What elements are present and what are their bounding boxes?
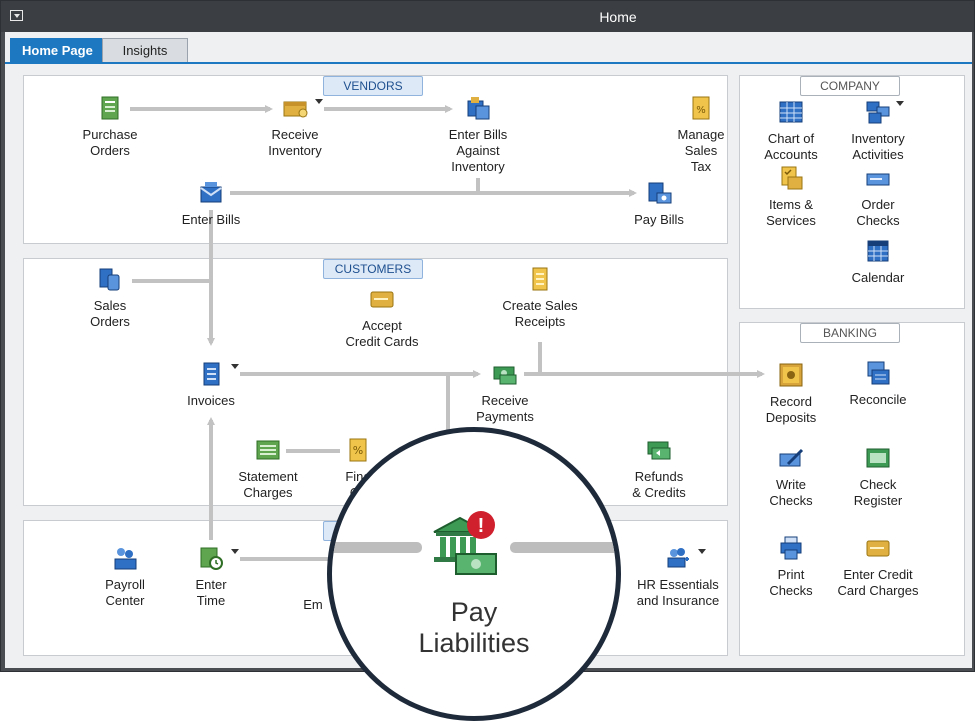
chart-of-accounts-icon (779, 101, 803, 123)
svg-text:%: % (353, 444, 363, 457)
invoices-dropdown[interactable] (231, 364, 239, 369)
check-register-label: Check Register (853, 477, 903, 508)
enter-bills-icon (200, 182, 222, 203)
title-bar: Home (1, 1, 974, 32)
purchase-orders-label: Purchase Orders (82, 127, 138, 158)
pay-bills-button[interactable]: Pay Bills (604, 180, 714, 228)
receive-payments-icon (493, 366, 517, 385)
sales-orders-button[interactable]: Sales Orders (55, 266, 165, 330)
banking-heading: BANKING (800, 323, 900, 343)
pay-bills-icon (648, 182, 672, 204)
receive-payments-label: Receive Payments (476, 393, 534, 424)
inventory-activities-label: Inventory Activities (851, 131, 905, 162)
refunds-credits-icon (647, 441, 671, 460)
sales-orders-icon (99, 268, 120, 291)
order-checks-label: Order Checks (856, 197, 900, 228)
receive-inventory-dropdown[interactable] (315, 99, 323, 104)
reconcile-label: Reconcile (849, 392, 907, 407)
enter-time-button[interactable]: Enter Time (156, 545, 266, 609)
enter-bills-against-inventory-icon (467, 97, 490, 120)
svg-text:!: ! (478, 515, 485, 537)
order-checks-button[interactable]: Order Checks (823, 165, 933, 229)
tab-underline (5, 62, 972, 64)
enter-bills-button[interactable]: Enter Bills (156, 180, 266, 228)
enter-credit-card-charges-button[interactable]: Enter Credit Card Charges (823, 535, 933, 599)
refunds-credits-label: Refunds & Credits (632, 469, 686, 500)
write-checks-icon (779, 448, 804, 467)
company-heading: COMPANY (800, 76, 900, 96)
manage-sales-tax-icon: % (692, 96, 710, 120)
record-deposits-icon (779, 363, 803, 387)
inventory-activities-button[interactable]: Inventory Activities (823, 99, 933, 163)
sales-receipt-icon (532, 267, 548, 291)
create-sales-receipts-label: Create Sales Receipts (502, 298, 578, 329)
accept-credit-cards-label: Accept Credit Cards (345, 318, 419, 349)
calendar-label: Calendar (851, 270, 905, 285)
customers-heading: CUSTOMERS (323, 259, 423, 279)
calendar-icon (867, 240, 889, 262)
alert-icon: ! (467, 511, 495, 539)
invoices-label: Invoices (187, 393, 235, 408)
receive-inventory-label: Receive Inventory (268, 127, 322, 158)
statement-charges-icon (256, 440, 280, 460)
credit-card-charges-icon (866, 540, 890, 557)
create-sales-receipts-button[interactable]: Create Sales Receipts (485, 266, 595, 330)
enter-time-icon (200, 547, 223, 570)
inventory-activities-dropdown[interactable] (896, 101, 904, 106)
invoices-icon (203, 362, 220, 386)
vendors-heading: VENDORS (323, 76, 423, 96)
pay-liabilities-label[interactable]: Pay Liabilities (332, 597, 616, 659)
receive-inventory-button[interactable]: Receive Inventory (240, 95, 350, 159)
order-checks-icon (866, 173, 890, 186)
items-services-icon (781, 166, 803, 190)
hr-essentials-label: HR Essentials and Insurance (636, 577, 720, 608)
credit-card-icon (370, 291, 394, 308)
enter-time-dropdown[interactable] (231, 549, 239, 554)
enter-time-label: Enter Time (195, 577, 227, 608)
refunds-credits-button[interactable]: Refunds & Credits (604, 437, 714, 501)
reconcile-icon (867, 361, 890, 385)
hr-essentials-button[interactable]: HR Essentials and Insurance (623, 545, 733, 609)
sales-orders-label: Sales Orders (90, 298, 130, 329)
receive-payments-button[interactable]: Receive Payments (450, 361, 560, 425)
enter-bills-label: Enter Bills (181, 212, 241, 227)
receive-inventory-icon (283, 101, 308, 118)
reconcile-button[interactable]: Reconcile (823, 360, 933, 408)
pay-bills-label: Pay Bills (634, 212, 684, 227)
check-register-button[interactable]: Check Register (823, 445, 933, 509)
print-checks-icon (780, 536, 802, 560)
calendar-button[interactable]: Calendar (823, 238, 933, 286)
invoices-button[interactable]: Invoices (156, 361, 266, 409)
tab-home-page[interactable]: Home Page (10, 38, 105, 63)
magnified-arrow-right (510, 542, 616, 553)
tab-insights[interactable]: Insights (102, 38, 188, 63)
purchase-orders-button[interactable]: Purchase Orders (55, 95, 165, 159)
hr-essentials-icon (667, 548, 689, 568)
window-title: Home (599, 9, 637, 25)
enter-bills-against-inventory-button[interactable]: Enter Bills Against Inventory (423, 95, 533, 175)
svg-text:%: % (696, 105, 706, 116)
inventory-activities-icon (866, 101, 890, 124)
magnified-arrow-left (332, 542, 422, 553)
hr-essentials-dropdown[interactable] (698, 549, 706, 554)
finance-charges-icon: % (349, 438, 367, 462)
enter-bills-against-inventory-label: Enter Bills Against Inventory (448, 127, 508, 174)
purchase-orders-icon (101, 96, 119, 120)
accept-credit-cards-button[interactable]: Accept Credit Cards (327, 286, 437, 350)
enter-credit-card-charges-label: Enter Credit Card Charges (837, 567, 919, 598)
payroll-center-icon (114, 548, 137, 570)
pay-liabilities-magnifier: ! Pay Liabilities (327, 427, 621, 721)
check-register-icon (866, 448, 890, 468)
